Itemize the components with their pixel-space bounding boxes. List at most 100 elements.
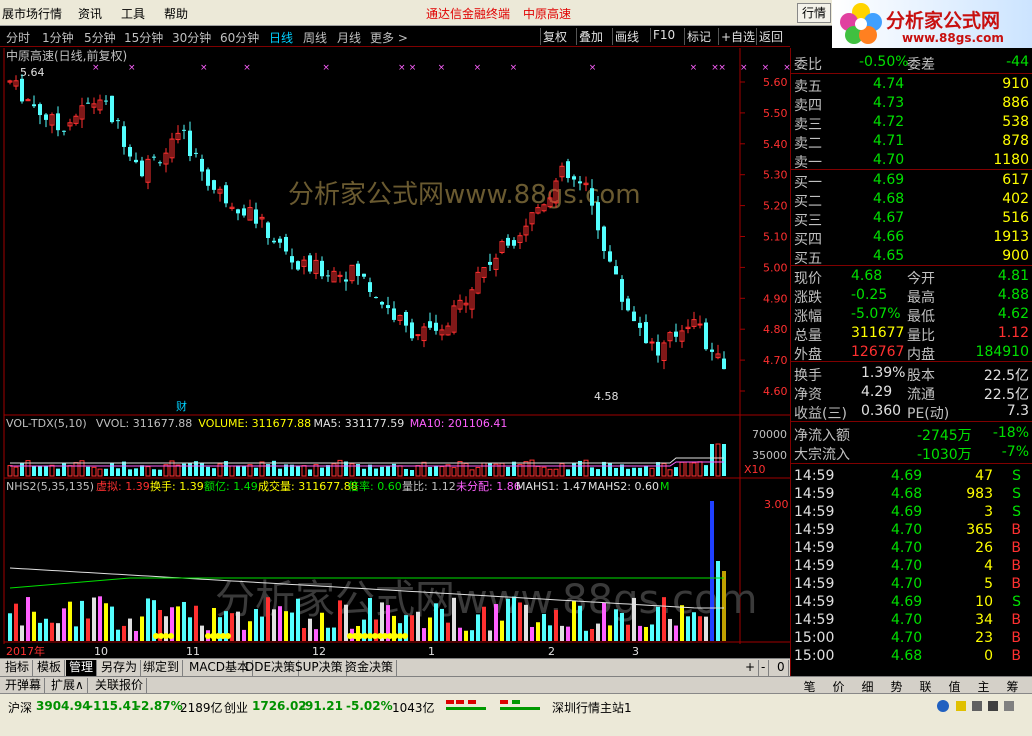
trade-tick-row: 14:59 4.68 983 S (794, 486, 1021, 502)
signal-dot-icon (225, 633, 231, 639)
period-30min[interactable]: 30分钟 (172, 29, 211, 46)
candle-body (410, 322, 414, 339)
candle-body (566, 161, 570, 178)
menu-news[interactable]: 资讯 (78, 5, 102, 22)
menu-tools[interactable]: 工具 (121, 5, 145, 22)
period-daily[interactable]: 日线 (269, 29, 293, 46)
candle-body (212, 180, 216, 190)
volume-bar (301, 465, 307, 477)
candle-body (308, 255, 312, 272)
candle-body (320, 260, 324, 277)
period-1min[interactable]: 1分钟 (42, 29, 74, 46)
candle-body (674, 331, 678, 337)
buy-level-row: 买一 4.69 617 (794, 172, 1029, 191)
bottom-strip (0, 718, 1032, 736)
tab-template[interactable]: 模板 (34, 660, 66, 676)
event-marker-icon: × (398, 63, 406, 73)
volume-bar (175, 464, 181, 477)
kline-chart[interactable]: 中原高速(日线,前复权) 5.64 4.58 分析家公式网www.88gs.co… (0, 48, 841, 658)
tab-bind-to[interactable]: 绑定到 (140, 660, 184, 676)
price-tick-label: 4.70 (763, 354, 788, 367)
sell-level-row: 卖五 4.74 910 (794, 76, 1029, 95)
menu-market[interactable]: 展市场行情 (2, 5, 62, 22)
volume-bar (715, 443, 721, 477)
volume-bar (13, 466, 19, 477)
period-weekly[interactable]: 周线 (303, 29, 327, 46)
volume-bar (20, 463, 24, 476)
indicator-bar (140, 616, 144, 641)
trade-tick-row: 14:59 4.70 26 B (794, 540, 1021, 556)
candle-body (428, 321, 432, 328)
zoom-out-button[interactable]: - (758, 660, 770, 676)
indicator-bar (50, 622, 54, 641)
tab-dde[interactable]: DDE决策 (242, 660, 300, 676)
indicator-bar (20, 625, 24, 641)
period-fenshi[interactable]: 分时 (6, 29, 30, 46)
menu-help[interactable]: 帮助 (164, 5, 188, 22)
volume-bar (206, 466, 210, 476)
trade-tick-row: 14:59 4.69 3 S (794, 504, 1021, 520)
period-monthly[interactable]: 月线 (337, 29, 361, 46)
event-marker-icon: × (510, 63, 518, 73)
tab-indicator[interactable]: 指标 (2, 660, 34, 676)
danmu-button[interactable]: 开弹幕 (2, 678, 46, 694)
price-tick-label: 5.50 (763, 107, 788, 120)
candle-body (710, 349, 714, 352)
candle-body (506, 237, 510, 246)
candle-body (326, 275, 330, 277)
indicator-bar (188, 617, 192, 641)
zoom-reset-button[interactable]: 0 (774, 660, 789, 676)
candle-body (578, 181, 582, 184)
indicator-bar (296, 598, 300, 641)
candle-body (200, 158, 204, 172)
status-bar: 沪深 3904.94 -115.41 -2.87% 2189亿 创业 1726.… (0, 693, 1032, 718)
period-more[interactable]: 更多 > (370, 29, 408, 46)
draw-line-button[interactable]: 画线 (612, 28, 641, 45)
sh-index-label: 沪深 (8, 701, 33, 715)
price-tick-label: 5.30 (763, 169, 788, 182)
tab-save-as[interactable]: 另存为 (98, 660, 142, 676)
volume-bar (259, 461, 265, 477)
volume-bar (421, 461, 427, 477)
related-quote-button[interactable]: 关联报价 (92, 678, 148, 694)
indicator-bar (566, 626, 570, 641)
volume-bar (481, 462, 487, 477)
indicator-bar (470, 630, 474, 641)
candle-body (194, 152, 198, 154)
volume-bar (602, 461, 606, 476)
vol-legend-item: MA10: 201106.41 (410, 417, 508, 430)
period-5min[interactable]: 5分钟 (84, 29, 116, 46)
indicator-bar (410, 615, 414, 641)
period-60min[interactable]: 60分钟 (220, 29, 259, 46)
add-watchlist-button[interactable]: +自选 (718, 28, 757, 45)
volume-bar (704, 465, 708, 476)
fuquan-button[interactable]: 复权 (540, 28, 569, 45)
indicator-bar (668, 618, 672, 641)
f10-button[interactable]: F10 (650, 28, 677, 42)
period-15min[interactable]: 15分钟 (124, 29, 163, 46)
volume-bar (439, 466, 445, 477)
event-marker-icon: × (438, 63, 446, 73)
overlay-button[interactable]: 叠加 (576, 28, 605, 45)
volume-bar (110, 462, 114, 476)
candle-body (86, 102, 90, 104)
stat-row: 涨跌 -0.25 最高 4.88 (794, 287, 1029, 306)
volume-bar (679, 461, 685, 477)
candle-body (152, 156, 156, 158)
volume-bar (49, 464, 55, 477)
quote-button[interactable]: 行情 (797, 3, 831, 23)
back-button[interactable]: 返回 (756, 28, 785, 45)
tab-fund[interactable]: 资金决策 (342, 660, 398, 676)
zoom-in-button[interactable]: + (742, 660, 760, 676)
volume-bar (674, 467, 678, 476)
volume-bar (362, 468, 366, 476)
indicator-bar (122, 625, 126, 641)
tab-manage[interactable]: 管理 (66, 660, 98, 676)
tab-sup[interactable]: SUP决策 (292, 660, 347, 676)
candle-body (512, 240, 516, 246)
candle-body (224, 185, 228, 204)
mark-button[interactable]: 标记 (684, 28, 713, 45)
chart-area[interactable]: 中原高速(日线,前复权) 5.64 4.58 分析家公式网www.88gs.co… (0, 48, 841, 658)
volume-bar (553, 468, 559, 477)
expand-button[interactable]: 扩展∧ (48, 678, 88, 694)
